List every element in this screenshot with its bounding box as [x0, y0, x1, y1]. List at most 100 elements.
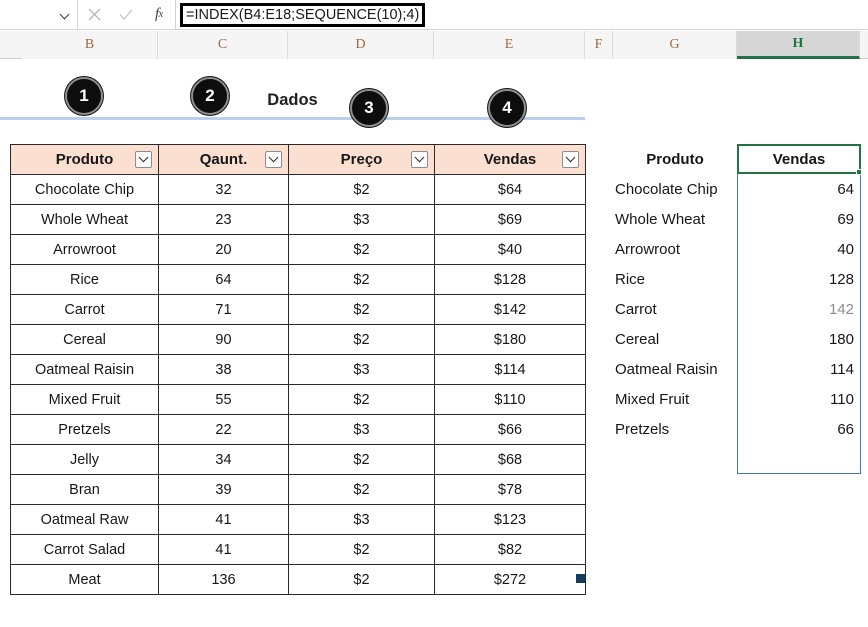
step-badge-3: 3 [350, 89, 388, 127]
filter-chevron-down-icon[interactable] [411, 151, 428, 168]
result-value-cell[interactable]: 69 [737, 204, 861, 234]
column-header-f[interactable]: F [585, 31, 613, 59]
table-cell[interactable]: $64 [434, 174, 586, 205]
table-cell[interactable]: 38 [158, 354, 289, 385]
column-header-c[interactable]: C [158, 31, 288, 59]
formula-input-wrapper[interactable]: =INDEX(B4:E18;SEQUENCE(10);4) [176, 0, 868, 30]
table-cell[interactable]: 41 [158, 534, 289, 565]
table-column-header-label: Preço [340, 151, 383, 168]
result-value-cell[interactable]: 110 [737, 384, 861, 414]
check-icon[interactable] [113, 4, 139, 26]
table-cell[interactable]: $2 [288, 174, 435, 205]
result-product-cell[interactable]: Whole Wheat [613, 204, 737, 234]
table-cell[interactable]: $82 [434, 534, 586, 565]
close-icon[interactable] [81, 4, 107, 26]
table-cell[interactable]: $2 [288, 474, 435, 505]
column-header-g[interactable]: G [613, 31, 737, 59]
table-cell[interactable]: $78 [434, 474, 586, 505]
step-badge-1: 1 [65, 77, 103, 115]
table-cell[interactable]: Meat [10, 564, 159, 595]
table-cell[interactable]: Rice [10, 264, 159, 295]
table-cell[interactable]: $2 [288, 444, 435, 475]
result-product-cell[interactable]: Carrot [613, 294, 737, 324]
table-resize-handle[interactable] [576, 574, 585, 583]
table-cell[interactable]: $3 [288, 414, 435, 445]
table-cell[interactable]: 39 [158, 474, 289, 505]
table-cell[interactable]: 64 [158, 264, 289, 295]
table-cell[interactable]: $2 [288, 234, 435, 265]
table-cell[interactable]: 23 [158, 204, 289, 235]
table-cell[interactable]: $142 [434, 294, 586, 325]
table-cell[interactable]: Jelly [10, 444, 159, 475]
table-cell[interactable]: $69 [434, 204, 586, 235]
result-value-column: Vendas 64 69 40 128 142 180 114 110 66 [737, 144, 861, 444]
table-row: Cereal 90 $2 $180 [10, 324, 586, 355]
table-cell[interactable]: 136 [158, 564, 289, 595]
filter-chevron-down-icon[interactable] [562, 151, 579, 168]
table-cell[interactable]: $3 [288, 504, 435, 535]
result-product-cell[interactable]: Chocolate Chip [613, 174, 737, 204]
table-cell[interactable]: 90 [158, 324, 289, 355]
filter-chevron-down-icon[interactable] [265, 151, 282, 168]
table-cell[interactable]: $2 [288, 324, 435, 355]
result-value-cell[interactable]: 66 [737, 414, 861, 444]
result-value-cell[interactable]: 142 [737, 294, 861, 324]
table-cell[interactable]: Oatmeal Raisin [10, 354, 159, 385]
table-cell[interactable]: $3 [288, 354, 435, 385]
table-cell[interactable]: Bran [10, 474, 159, 505]
table-cell[interactable]: $2 [288, 264, 435, 295]
result-product-cell[interactable]: Arrowroot [613, 234, 737, 264]
result-value-cell[interactable]: 128 [737, 264, 861, 294]
table-cell[interactable]: 32 [158, 174, 289, 205]
filter-chevron-down-icon[interactable] [135, 151, 152, 168]
table-cell[interactable]: $40 [434, 234, 586, 265]
table-cell[interactable]: $123 [434, 504, 586, 535]
column-header-d[interactable]: D [288, 31, 434, 59]
table-cell[interactable]: $114 [434, 354, 586, 385]
result-value-cell[interactable]: 40 [737, 234, 861, 264]
chevron-down-icon[interactable] [61, 10, 70, 19]
result-product-cell[interactable]: Mixed Fruit [613, 384, 737, 414]
table-cell[interactable]: 71 [158, 294, 289, 325]
result-product-cell[interactable]: Rice [613, 264, 737, 294]
table-cell[interactable]: 22 [158, 414, 289, 445]
table-cell[interactable]: $2 [288, 384, 435, 415]
name-box[interactable] [0, 0, 78, 30]
table-cell[interactable]: $180 [434, 324, 586, 355]
table-cell[interactable]: Carrot Salad [10, 534, 159, 565]
result-product-cell[interactable]: Pretzels [613, 414, 737, 444]
result-product-cell[interactable]: Oatmeal Raisin [613, 354, 737, 384]
table-cell[interactable]: $128 [434, 264, 586, 295]
result-value-cell[interactable]: 64 [737, 174, 861, 204]
table-cell[interactable]: Chocolate Chip [10, 174, 159, 205]
fx-icon[interactable]: fx [146, 4, 172, 26]
sheet-grid: Dados 1234 Produto Qaunt. Preço Vendas Choc… [0, 59, 868, 627]
table-cell[interactable]: Mixed Fruit [10, 384, 159, 415]
table-cell[interactable]: Arrowroot [10, 234, 159, 265]
table-row: Carrot Salad 41 $2 $82 [10, 534, 586, 565]
table-cell[interactable]: $3 [288, 204, 435, 235]
result-value-cell[interactable]: 114 [737, 354, 861, 384]
column-header-e[interactable]: E [434, 31, 585, 59]
table-cell[interactable]: Carrot [10, 294, 159, 325]
table-cell[interactable]: Whole Wheat [10, 204, 159, 235]
table-cell[interactable]: $2 [288, 294, 435, 325]
result-product-cell[interactable]: Cereal [613, 324, 737, 354]
table-cell[interactable]: 34 [158, 444, 289, 475]
column-header-h[interactable]: H [737, 31, 860, 59]
table-cell[interactable]: 55 [158, 384, 289, 415]
result-value-cell[interactable]: 180 [737, 324, 861, 354]
column-header-b[interactable]: B [22, 31, 158, 59]
table-cell[interactable]: 41 [158, 504, 289, 535]
table-cell[interactable]: Pretzels [10, 414, 159, 445]
table-cell[interactable]: $272 [434, 564, 586, 595]
table-cell[interactable]: Oatmeal Raw [10, 504, 159, 535]
column-header-row: BCDEFGH [0, 31, 868, 59]
table-cell[interactable]: $2 [288, 534, 435, 565]
table-cell[interactable]: $68 [434, 444, 586, 475]
table-cell[interactable]: $110 [434, 384, 586, 415]
table-cell[interactable]: 20 [158, 234, 289, 265]
table-cell[interactable]: Cereal [10, 324, 159, 355]
table-cell[interactable]: $2 [288, 564, 435, 595]
table-cell[interactable]: $66 [434, 414, 586, 445]
